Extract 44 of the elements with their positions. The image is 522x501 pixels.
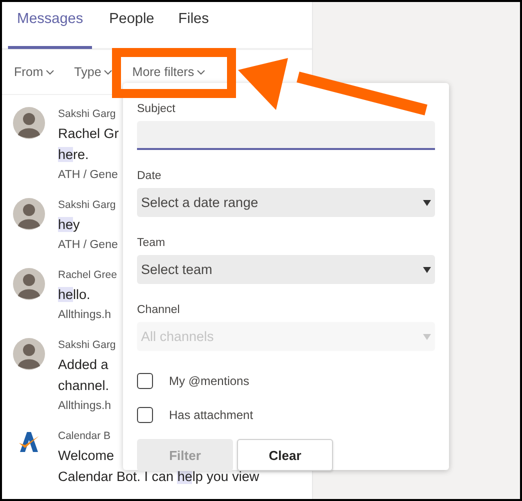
checkbox-label: My @mentions bbox=[169, 374, 250, 388]
message-text: Rachel Gr bbox=[58, 125, 119, 143]
select-dropdown[interactable]: Select a date range bbox=[137, 188, 435, 217]
filter-dropdown[interactable]: From bbox=[14, 65, 54, 79]
avatar bbox=[13, 268, 45, 300]
avatar bbox=[13, 198, 45, 230]
channel-name: Allthings.h bbox=[58, 308, 112, 323]
avatar bbox=[13, 107, 45, 139]
caret-icon bbox=[423, 266, 431, 272]
message-text: hello. bbox=[58, 286, 90, 304]
message-text: hey bbox=[58, 216, 80, 234]
clear-button[interactable]: Clear bbox=[237, 439, 333, 471]
chevron-down-icon bbox=[197, 70, 206, 74]
message-text: here. bbox=[58, 146, 89, 164]
sender-name: Calendar B bbox=[58, 429, 111, 444]
subject-field[interactable] bbox=[137, 121, 435, 150]
caret-icon bbox=[423, 200, 431, 206]
tab[interactable]: People bbox=[100, 2, 164, 49]
tab[interactable]: Files bbox=[169, 2, 218, 49]
message-text: Welcome bbox=[58, 447, 114, 465]
channel-name: ATH / Gene bbox=[58, 238, 118, 253]
select-dropdown[interactable]: Select team bbox=[137, 255, 435, 284]
avatar bbox=[13, 338, 45, 370]
chevron-down-icon bbox=[104, 70, 112, 74]
tab[interactable]: Messages bbox=[8, 2, 92, 49]
field-label: Date bbox=[137, 169, 162, 184]
field-label: Subject bbox=[137, 102, 176, 117]
message-text: Added a bbox=[58, 356, 108, 374]
caret-icon bbox=[423, 334, 431, 340]
field-label: Team bbox=[137, 236, 166, 251]
message-text: channel. bbox=[58, 377, 110, 395]
checkbox[interactable] bbox=[137, 373, 153, 389]
sender-name: Rachel Gree bbox=[58, 268, 117, 283]
field-label: Channel bbox=[137, 303, 181, 318]
chevron-down-icon bbox=[46, 70, 54, 74]
sender-name: Sakshi Garg bbox=[58, 107, 116, 122]
sender-name: Sakshi Garg bbox=[58, 338, 116, 353]
filter-dropdown[interactable]: More filters bbox=[132, 65, 206, 79]
sender-name: Sakshi Garg bbox=[58, 198, 116, 213]
checkbox-label: Has attachment bbox=[169, 408, 254, 422]
checkbox[interactable] bbox=[137, 407, 153, 423]
channel-name: ATH / Gene bbox=[58, 168, 118, 183]
filter-dropdown[interactable]: Type bbox=[74, 65, 112, 79]
channel-name: Allthings.h bbox=[58, 399, 112, 414]
